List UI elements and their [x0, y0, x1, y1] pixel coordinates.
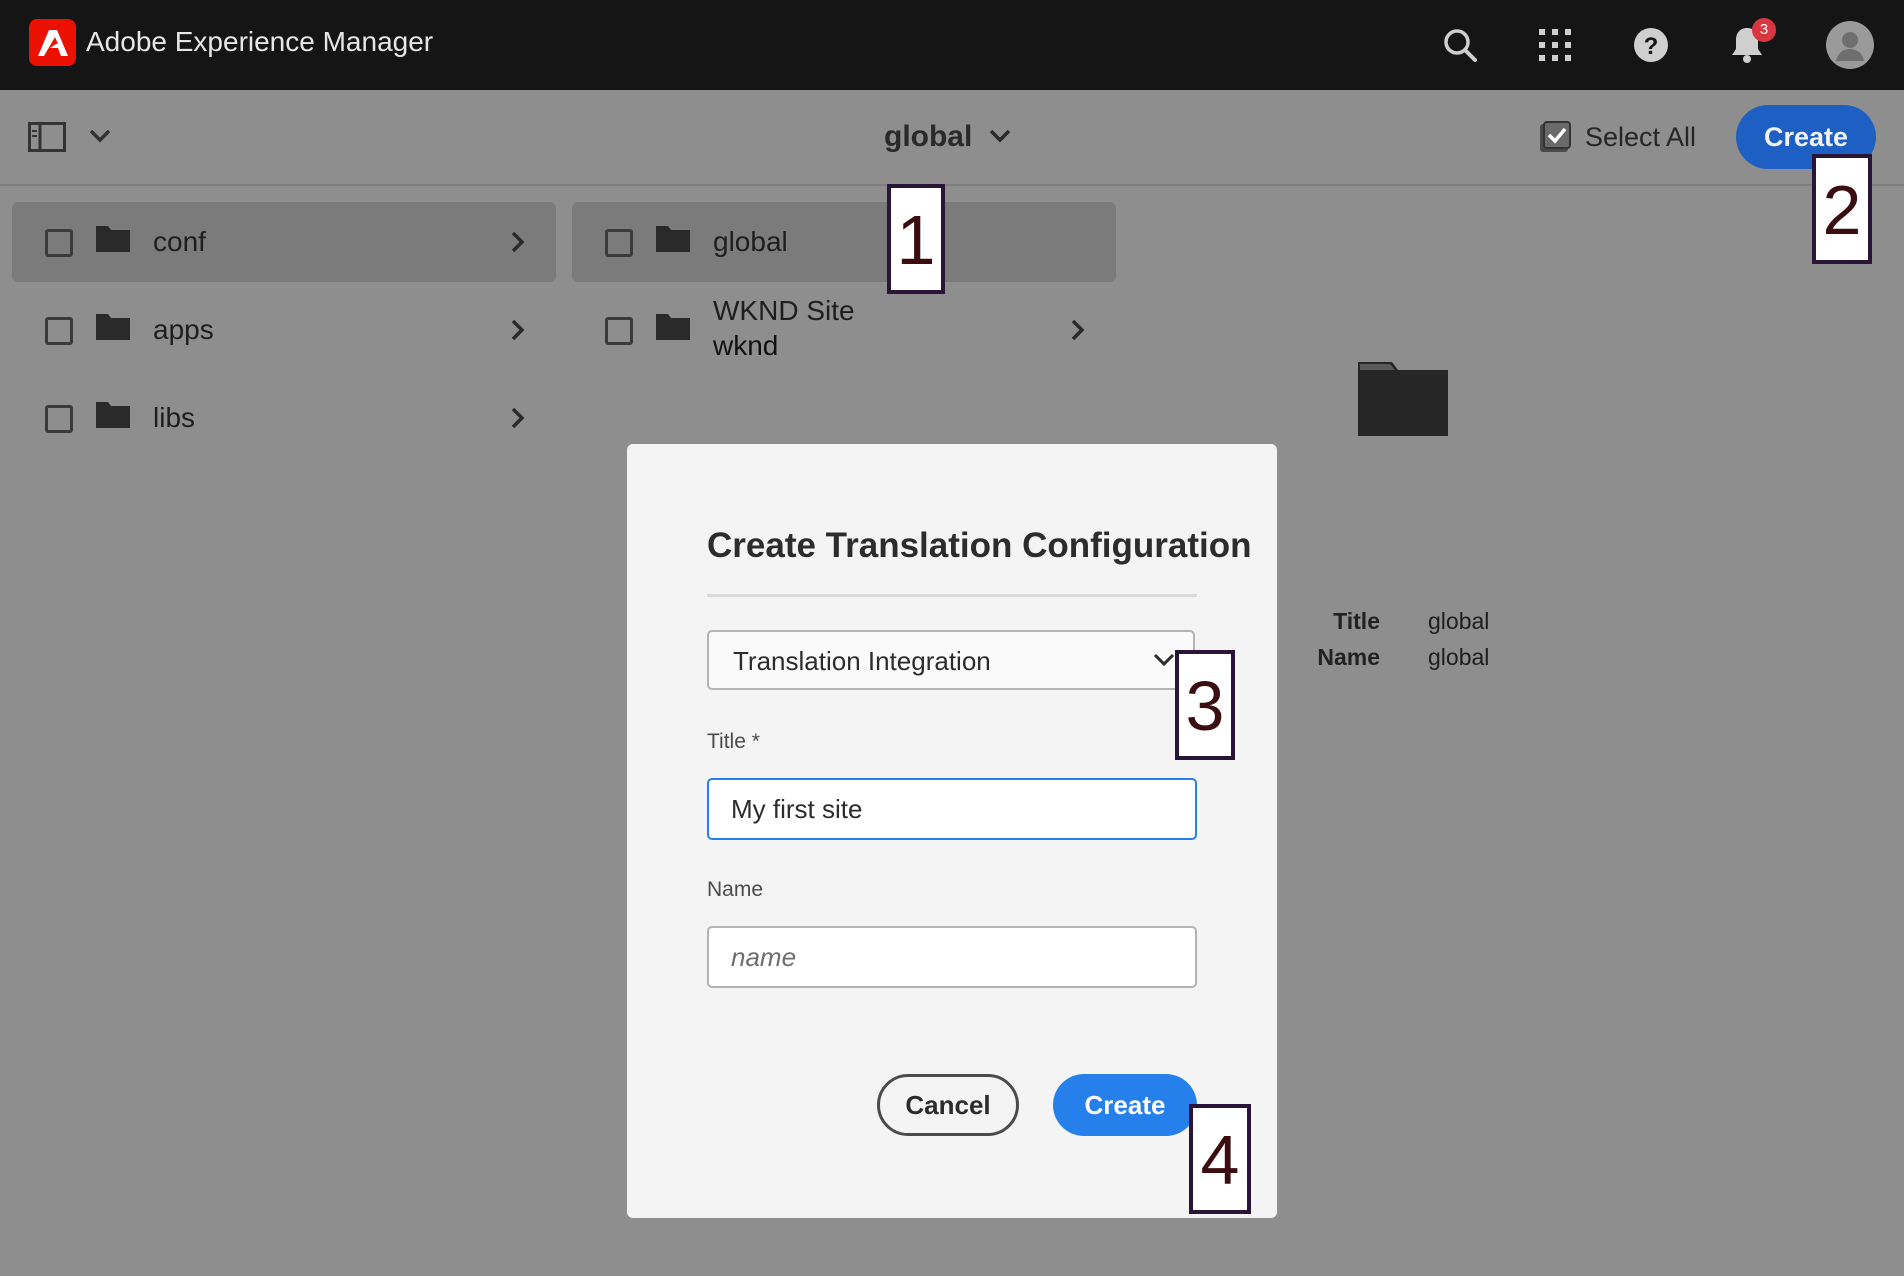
- user-avatar-icon[interactable]: [1823, 18, 1877, 72]
- dialog-title: Create Translation Configuration: [707, 526, 1252, 565]
- item-checkbox[interactable]: [45, 317, 73, 345]
- callout-marker-3: 3: [1175, 650, 1235, 760]
- current-folder-title[interactable]: global: [884, 120, 972, 154]
- notification-count-badge: 3: [1752, 18, 1776, 42]
- app-title[interactable]: Adobe Experience Manager: [86, 26, 433, 58]
- folder-icon: [656, 314, 690, 340]
- callout-marker-1: 1: [887, 184, 945, 294]
- dialog-create-button[interactable]: Create: [1053, 1074, 1197, 1136]
- chevron-right-icon[interactable]: [510, 318, 526, 342]
- preview-title-key: Title: [1333, 608, 1380, 634]
- folder-icon: [656, 226, 690, 252]
- column-item-libs[interactable]: libs: [12, 378, 556, 458]
- column-item-label: WKND Site: [713, 295, 855, 326]
- folder-switch-chevron-down-icon[interactable]: [988, 128, 1012, 149]
- item-checkbox[interactable]: [45, 405, 73, 433]
- folder-icon: [96, 314, 130, 340]
- column-item-label: global: [713, 226, 788, 257]
- column-item-label: libs: [153, 402, 196, 433]
- select-all-label[interactable]: Select All: [1585, 122, 1696, 153]
- configuration-type-value: Translation Integration: [733, 646, 991, 676]
- dialog-divider: [707, 594, 1197, 597]
- sidebar-toggle-icon[interactable]: [28, 122, 66, 157]
- select-all-checkbox-icon[interactable]: [1538, 120, 1572, 159]
- item-checkbox[interactable]: [45, 229, 73, 257]
- name-field-label: Name: [707, 878, 764, 901]
- item-checkbox[interactable]: [605, 317, 633, 345]
- name-input[interactable]: [707, 926, 1197, 988]
- column-item-apps[interactable]: apps: [12, 290, 556, 370]
- column-item-global[interactable]: global: [572, 202, 1116, 282]
- title-input[interactable]: [707, 778, 1197, 840]
- folder-icon: [96, 226, 130, 252]
- column-item-label: apps: [153, 314, 214, 345]
- callout-marker-4: 4: [1189, 1104, 1251, 1214]
- chevron-right-icon[interactable]: [510, 230, 526, 254]
- adobe-logo-icon[interactable]: [29, 19, 76, 66]
- preview-title-value: global: [1428, 608, 1490, 634]
- column-item-label: conf: [153, 226, 206, 257]
- column-item-conf[interactable]: conf: [12, 202, 556, 282]
- top-bar: Adobe Experience Manager ? 3: [0, 0, 1904, 90]
- apps-grid-icon[interactable]: [1528, 18, 1582, 72]
- chevron-right-icon[interactable]: [1070, 318, 1086, 342]
- preview-name-value: global: [1428, 644, 1490, 670]
- preview-folder-icon: [1358, 362, 1448, 436]
- svg-text:?: ?: [1644, 33, 1659, 60]
- view-options-chevron-down-icon[interactable]: [88, 128, 112, 149]
- create-translation-config-dialog: Create Translation Configuration Transla…: [627, 444, 1277, 1218]
- column-item-wknd[interactable]: WKND Site wknd: [572, 290, 1116, 370]
- folder-icon: [96, 402, 130, 428]
- item-checkbox[interactable]: [605, 229, 633, 257]
- chevron-down-icon: [1153, 653, 1175, 667]
- title-field-label: Title *: [707, 730, 760, 753]
- callout-marker-2: 2: [1812, 154, 1872, 264]
- help-icon[interactable]: ?: [1624, 18, 1678, 72]
- preview-name-key: Name: [1317, 644, 1380, 670]
- chevron-right-icon[interactable]: [510, 406, 526, 430]
- configuration-type-select[interactable]: Translation Integration: [707, 630, 1195, 690]
- cancel-button[interactable]: Cancel: [877, 1074, 1019, 1136]
- column-item-sublabel: wknd: [713, 330, 779, 361]
- search-icon[interactable]: [1433, 18, 1487, 72]
